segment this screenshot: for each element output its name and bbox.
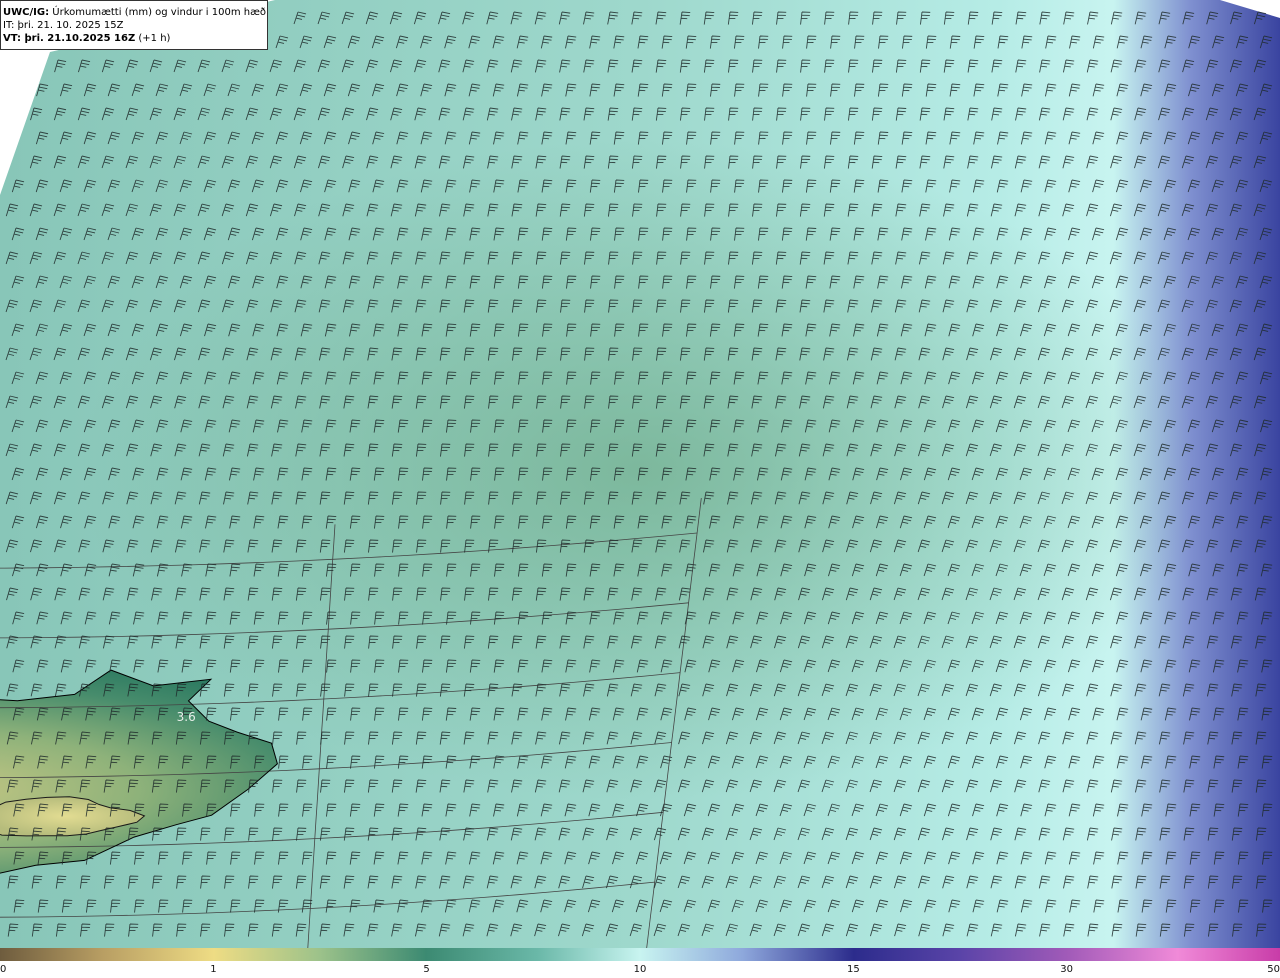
init-time: IT: þri. 21. 10. 2025 15Z — [3, 20, 124, 31]
colorbar-tick-label: 50 — [1267, 964, 1280, 975]
colorbar-tick-label: 5 — [423, 964, 430, 975]
map-header: UWC/IG: Úrkomumætti (mm) og vindur i 100… — [0, 0, 268, 50]
map-value-label: 3.6 — [177, 710, 196, 724]
weather-map[interactable]: 6.94.24.67.53.53.42.93.63.1 — [0, 0, 1280, 948]
colorbar — [0, 948, 1280, 961]
product-code: UWC/IG: — [3, 7, 50, 18]
valid-time-line: VT: þri. 21.10.2025 16Z (+1 h) — [3, 32, 267, 45]
valid-offset: (+1 h) — [138, 33, 171, 44]
title-line: UWC/IG: Úrkomumætti (mm) og vindur i 100… — [3, 6, 267, 19]
valid-time: VT: þri. 21.10.2025 16Z — [3, 33, 136, 44]
colorbar-tick-label: 0 — [0, 964, 7, 975]
product-title: Úrkomumætti (mm) og vindur i 100m hæð — [52, 7, 267, 18]
colorbar-tick-label: 15 — [847, 964, 860, 975]
colorbar-tick-label: 10 — [633, 964, 647, 975]
colorbar-tick-label: 1 — [210, 964, 217, 975]
colorbar-tick-label: 30 — [1060, 964, 1073, 975]
